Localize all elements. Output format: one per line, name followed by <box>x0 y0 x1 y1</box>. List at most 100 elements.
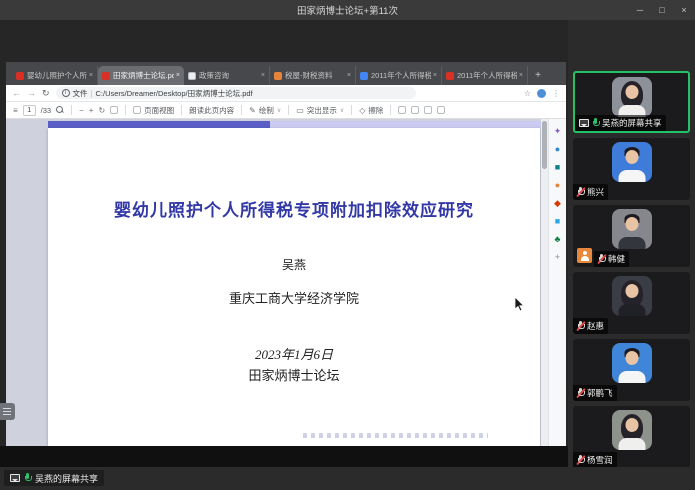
tab-close-icon[interactable]: × <box>519 72 523 79</box>
mic-muted-icon <box>598 254 605 264</box>
zoom-in-button[interactable]: + <box>89 106 94 115</box>
page-icon <box>188 72 196 80</box>
add-icon[interactable]: + <box>555 253 560 262</box>
toc-icon[interactable]: ≡ <box>13 106 18 115</box>
participant-tile-3[interactable]: 韩健 <box>573 205 690 267</box>
toolbar-divider <box>288 105 289 115</box>
participant-tile-1[interactable]: 吴燕的屏幕共享 <box>573 71 690 133</box>
office-icon[interactable]: ◆ <box>554 199 561 208</box>
pdf-toolbar: ≡ 1 /33 − + ↻ 页面视图 朗读此页内容 <box>6 102 566 119</box>
edge-sidebar: ✦ ● ■ ● ◆ ■ ♣ + <box>548 119 566 446</box>
close-button[interactable]: × <box>673 0 695 20</box>
pdf-viewport[interactable]: 婴幼儿照护个人所得税专项附加扣除效应研究 吴燕 重庆工商大学经济学院 2023年… <box>6 119 566 446</box>
browser-tab-3[interactable]: 政策咨询 × <box>184 66 270 85</box>
participant-label: 韩健 <box>594 251 629 267</box>
slide-affiliation: 重庆工商大学经济学院 <box>48 288 540 307</box>
participant-label: 杨雪润 <box>573 452 617 468</box>
avatar <box>612 142 652 182</box>
fit-page-icon[interactable] <box>110 106 118 114</box>
scrollbar-thumb[interactable] <box>542 121 547 169</box>
mic-muted-icon <box>577 321 584 331</box>
minimize-button[interactable]: ─ <box>629 0 651 20</box>
slide-cutoff-text <box>303 433 488 438</box>
copilot-icon[interactable]: ✦ <box>554 127 562 136</box>
avatar <box>612 276 652 316</box>
toolbar-divider <box>390 105 391 115</box>
screen-share-stage: 婴幼儿照护个人所得税专… × 田家炳博士论坛.pdf × 政策咨询 × 税屋-财… <box>0 20 568 467</box>
participant-tile-6[interactable]: 杨雪润 <box>573 406 690 468</box>
participant-tile-5[interactable]: 郭鹏飞 <box>573 339 690 401</box>
browser-window: 婴幼儿照护个人所得税专… × 田家炳博士论坛.pdf × 政策咨询 × 税屋-财… <box>6 62 566 446</box>
page-total-label: /33 <box>41 106 51 115</box>
browser-tab-6[interactable]: 2011年个人所得税改革… × <box>442 66 528 85</box>
window-controls: ─ □ × <box>629 0 695 20</box>
floating-toolbar-button[interactable] <box>0 403 15 420</box>
address-bar[interactable]: i 文件 | C:/Users/Dreamer/Desktop/田家炳博士论坛.… <box>56 87 416 99</box>
toolbar-divider <box>181 105 182 115</box>
stage-letterbox <box>0 446 568 467</box>
forward-icon[interactable]: → <box>27 88 36 98</box>
favorites-icon[interactable]: ☆ <box>524 89 531 98</box>
participant-label: 熊兴 <box>573 184 608 200</box>
site-icon <box>360 72 368 80</box>
participant-label: 吴燕的屏幕共享 <box>575 115 666 131</box>
save-icon[interactable] <box>398 106 406 114</box>
draw-button[interactable]: ✎ 绘制 ∨ <box>249 105 281 116</box>
hand-raised-badge <box>577 248 592 263</box>
tree-icon[interactable]: ♣ <box>555 235 561 244</box>
docs-icon[interactable]: ■ <box>555 217 560 226</box>
pdf-page: 婴幼儿照护个人所得税专项附加扣除效应研究 吴燕 重庆工商大学经济学院 2023年… <box>48 128 540 446</box>
erase-button[interactable]: ◇ 擦除 <box>359 105 383 116</box>
capture-icon[interactable]: ■ <box>555 163 560 172</box>
save-as-icon[interactable] <box>424 106 432 114</box>
avatar <box>612 209 652 249</box>
highlight-button[interactable]: ▭ 突出显示 ∨ <box>296 105 344 116</box>
progress-bar-track <box>270 121 545 128</box>
tab-close-icon[interactable]: × <box>261 72 265 79</box>
page-number-input[interactable]: 1 <box>23 105 36 116</box>
chevron-down-icon[interactable]: ∨ <box>340 107 344 114</box>
chat-icon[interactable]: ● <box>555 145 560 154</box>
print-icon[interactable] <box>411 106 419 114</box>
browser-tabstrip: 婴幼儿照护个人所得税专… × 田家炳博士论坛.pdf × 政策咨询 × 税屋-财… <box>6 62 566 85</box>
slide-author: 吴燕 <box>48 256 540 273</box>
eraser-icon: ◇ <box>359 106 365 115</box>
browser-tab-2-active[interactable]: 田家炳博士论坛.pdf × <box>98 66 184 85</box>
pdf-scrollbar[interactable] <box>541 119 548 446</box>
chevron-down-icon[interactable]: ∨ <box>277 107 281 114</box>
new-tab-button[interactable]: + <box>531 68 545 82</box>
participant-tile-4[interactable]: 赵惠 <box>573 272 690 334</box>
meeting-title: 田家炳博士论坛+第11次 <box>0 3 695 17</box>
share-status-pill[interactable]: 吴燕的屏幕共享 <box>4 470 104 486</box>
toolbar-divider <box>71 105 72 115</box>
avatar <box>612 343 652 383</box>
browser-tab-1[interactable]: 婴幼儿照护个人所得税专… × <box>12 66 98 85</box>
profile-avatar[interactable] <box>537 89 546 98</box>
page-view-button[interactable]: 页面视图 <box>133 105 174 116</box>
more-menu-icon[interactable]: ⋮ <box>552 89 560 98</box>
pen-icon: ✎ <box>249 106 256 115</box>
browser-tab-4[interactable]: 税屋-财税资料 × <box>270 66 356 85</box>
tab-close-icon[interactable]: × <box>89 72 93 79</box>
zoom-out-button[interactable]: − <box>79 106 84 115</box>
browser-tab-5[interactable]: 2011年个人所得税改革… × <box>356 66 442 85</box>
page-info-icon[interactable]: i <box>62 89 70 97</box>
profile-icon[interactable]: ● <box>555 181 560 190</box>
address-separator: | <box>91 89 93 98</box>
participant-label: 郭鹏飞 <box>573 385 617 401</box>
participant-tile-2[interactable]: 熊兴 <box>573 138 690 200</box>
mic-muted-icon <box>577 388 584 398</box>
tab-close-icon[interactable]: × <box>176 72 180 79</box>
search-icon[interactable] <box>56 106 64 114</box>
tab-close-icon[interactable]: × <box>433 72 437 79</box>
participants-panel: 吴燕的屏幕共享 熊兴 韩健 赵惠 <box>568 20 695 490</box>
maximize-button[interactable]: □ <box>651 0 673 20</box>
back-icon[interactable]: ← <box>12 88 21 98</box>
more-tools-icon[interactable] <box>437 106 445 114</box>
rotate-icon[interactable]: ↻ <box>98 106 105 115</box>
read-aloud-button[interactable]: 朗读此页内容 <box>189 105 234 116</box>
reload-icon[interactable]: ↻ <box>42 88 50 99</box>
tab-close-icon[interactable]: × <box>347 72 351 79</box>
avatar <box>612 77 652 117</box>
highlighter-icon: ▭ <box>296 106 304 115</box>
